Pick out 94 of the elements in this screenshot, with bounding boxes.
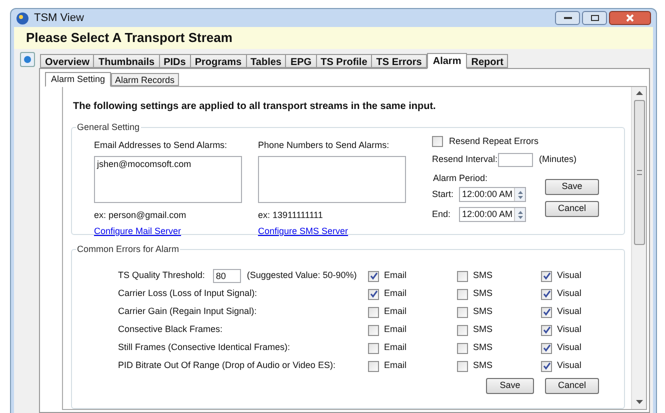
minimize-button[interactable] <box>555 11 580 25</box>
checkbox-label: Email <box>384 287 407 300</box>
time-picker-field[interactable]: 12:00:00 AM <box>459 187 526 202</box>
app-logo-icon <box>16 12 29 24</box>
checkbox[interactable] <box>368 288 379 300</box>
checkbox-label: Email <box>384 359 407 372</box>
sub-tab[interactable]: Alarm Setting <box>45 72 112 87</box>
checkbox[interactable] <box>541 270 552 282</box>
checkbox[interactable] <box>457 288 468 300</box>
checkbox[interactable] <box>457 270 468 282</box>
tab[interactable]: TS Profile <box>316 54 372 68</box>
checkbox[interactable] <box>541 360 552 372</box>
resend-interval-field[interactable] <box>498 152 533 166</box>
field-label: End: <box>432 208 452 221</box>
tab[interactable]: Programs <box>190 54 247 68</box>
time-picker-field[interactable]: 12:00:00 AM <box>459 207 526 222</box>
error-label: TS Quality Threshold: <box>118 269 205 282</box>
vertical-scrollbar[interactable] <box>631 87 646 409</box>
maximize-button[interactable] <box>582 11 607 25</box>
field-label: Email Addresses to Send Alarms: <box>94 139 228 152</box>
checkbox-label: Email <box>384 341 407 354</box>
tab[interactable]: Thumbnails <box>93 54 160 68</box>
notice-text: The following settings are applied to all transport streams in the same input. <box>73 100 437 114</box>
checkbox[interactable] <box>541 324 552 336</box>
hint-text: ex: 13911111111 <box>258 208 324 222</box>
tab[interactable]: TS Errors <box>371 54 427 68</box>
window-title: TSM View <box>34 10 84 26</box>
phone-list-field[interactable] <box>258 156 406 202</box>
checkbox-label: Visual <box>557 269 582 282</box>
tab[interactable]: EPG <box>285 54 317 68</box>
error-label: Carrier Loss (Loss of Input Signal): <box>118 287 258 300</box>
hint-text: ex: person@gmail.com <box>94 208 188 222</box>
checkbox[interactable] <box>541 288 552 300</box>
field-label: Resend Interval: <box>432 152 498 166</box>
error-label: PID Bitrate Out Of Range (Drop of Audio or Video ES): <box>118 359 336 372</box>
tab[interactable]: Tables <box>246 54 286 68</box>
save-button[interactable]: Save <box>545 178 599 194</box>
checkbox[interactable] <box>457 342 468 354</box>
checkbox-label: Visual <box>557 341 582 354</box>
checkbox-label: Visual <box>557 359 582 372</box>
spin-icon[interactable] <box>514 188 525 201</box>
checkbox[interactable] <box>457 324 468 336</box>
mail-server-link[interactable]: Configure Mail Server <box>94 225 182 238</box>
checkbox-label: SMS <box>473 359 493 372</box>
tab[interactable]: Alarm <box>426 53 468 69</box>
scroll-down-icon[interactable] <box>636 400 642 405</box>
checkbox-label: Visual <box>557 323 582 336</box>
error-label: Carrier Gain (Regain Input Signal): <box>118 305 257 318</box>
unit-label: (Minutes) <box>539 152 577 166</box>
spin-icon[interactable] <box>514 208 525 221</box>
checkbox-label: SMS <box>473 287 493 300</box>
checkbox[interactable] <box>541 306 552 318</box>
threshold-field[interactable]: 80 <box>212 269 241 283</box>
checkbox-label: Email <box>384 305 407 318</box>
save-button[interactable]: Save <box>486 378 534 394</box>
field-label: Phone Numbers to Send Alarms: <box>258 139 390 152</box>
checkbox-label: Email <box>384 269 407 282</box>
resend-checkbox[interactable] <box>432 136 443 148</box>
pin-icon[interactable] <box>20 52 35 67</box>
scroll-up-icon[interactable] <box>636 91 642 96</box>
close-icon <box>626 14 634 22</box>
cancel-button[interactable]: Cancel <box>545 200 599 216</box>
cancel-button[interactable]: Cancel <box>545 378 599 394</box>
field-label: Alarm Period: <box>433 172 489 184</box>
email-list-field[interactable]: jshen@mocomsoft.com <box>94 156 242 202</box>
checkbox[interactable] <box>368 270 379 282</box>
checkbox[interactable] <box>368 342 379 354</box>
checkbox-label: Resend Repeat Errors <box>449 135 539 148</box>
sub-tab[interactable]: Alarm Records <box>111 73 179 86</box>
hint-text: (Suggested Value: 50-90%) <box>246 269 357 282</box>
checkbox-label: SMS <box>473 341 493 354</box>
checkbox[interactable] <box>368 360 379 372</box>
checkbox-label: Visual <box>557 305 582 318</box>
checkbox[interactable] <box>368 306 379 318</box>
field-label: Start: <box>432 188 455 201</box>
checkbox[interactable] <box>368 324 379 336</box>
checkbox-label: Email <box>384 323 407 336</box>
tab[interactable]: PIDs <box>158 54 191 68</box>
tab[interactable]: Report <box>466 54 508 68</box>
sms-server-link[interactable]: Configure SMS Server <box>258 225 348 238</box>
close-button[interactable] <box>609 11 651 25</box>
group-title: General Setting <box>76 121 141 134</box>
checkbox-label: SMS <box>473 323 493 336</box>
checkbox[interactable] <box>457 306 468 318</box>
banner-title: Please Select A Transport Stream <box>14 27 653 49</box>
checkbox-label: SMS <box>473 305 493 318</box>
scrollbar-thumb[interactable] <box>634 100 644 245</box>
checkbox[interactable] <box>541 342 552 354</box>
error-label: Consective Black Frames: <box>118 323 223 336</box>
error-label: Still Frames (Consective Identical Frames): <box>118 341 290 354</box>
checkbox-label: Visual <box>557 287 582 300</box>
tab[interactable]: Overview <box>40 54 94 68</box>
checkbox-label: SMS <box>473 269 493 282</box>
checkbox[interactable] <box>457 360 468 372</box>
